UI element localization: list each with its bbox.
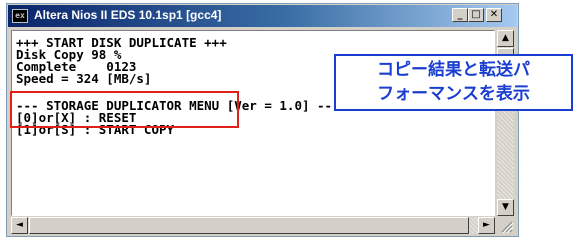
annotation-line-2: フォーマンスを表示 bbox=[377, 84, 530, 104]
maximize-button[interactable]: □ bbox=[468, 8, 484, 22]
window-title: Altera Nios II EDS 10.1sp1 [gcc4] bbox=[34, 8, 222, 22]
scroll-left-button[interactable]: ◄ bbox=[11, 217, 28, 234]
scroll-down-button[interactable]: ▼ bbox=[497, 199, 514, 216]
horizontal-scroll-thumb[interactable] bbox=[29, 217, 469, 234]
minimize-button[interactable]: _ bbox=[452, 8, 468, 22]
console-app-icon[interactable]: ex bbox=[12, 9, 28, 23]
resize-grip[interactable] bbox=[497, 217, 514, 234]
resize-grip-icon bbox=[501, 221, 514, 234]
horizontal-scrollbar[interactable]: ◄ ► bbox=[11, 217, 495, 234]
scroll-right-button[interactable]: ► bbox=[478, 217, 495, 234]
close-button[interactable]: ✕ bbox=[486, 8, 502, 22]
result-highlight-box bbox=[10, 91, 239, 128]
title-bar[interactable]: ex Altera Nios II EDS 10.1sp1 [gcc4] _ □… bbox=[8, 5, 517, 27]
scroll-up-button[interactable]: ▲ bbox=[497, 30, 514, 47]
annotation-line-1: コピー結果と転送パ bbox=[377, 60, 530, 80]
annotation-callout: コピー結果と転送パ フォーマンスを表示 bbox=[334, 54, 573, 111]
console-line: Speed = 324 [MB/s] bbox=[16, 71, 152, 86]
